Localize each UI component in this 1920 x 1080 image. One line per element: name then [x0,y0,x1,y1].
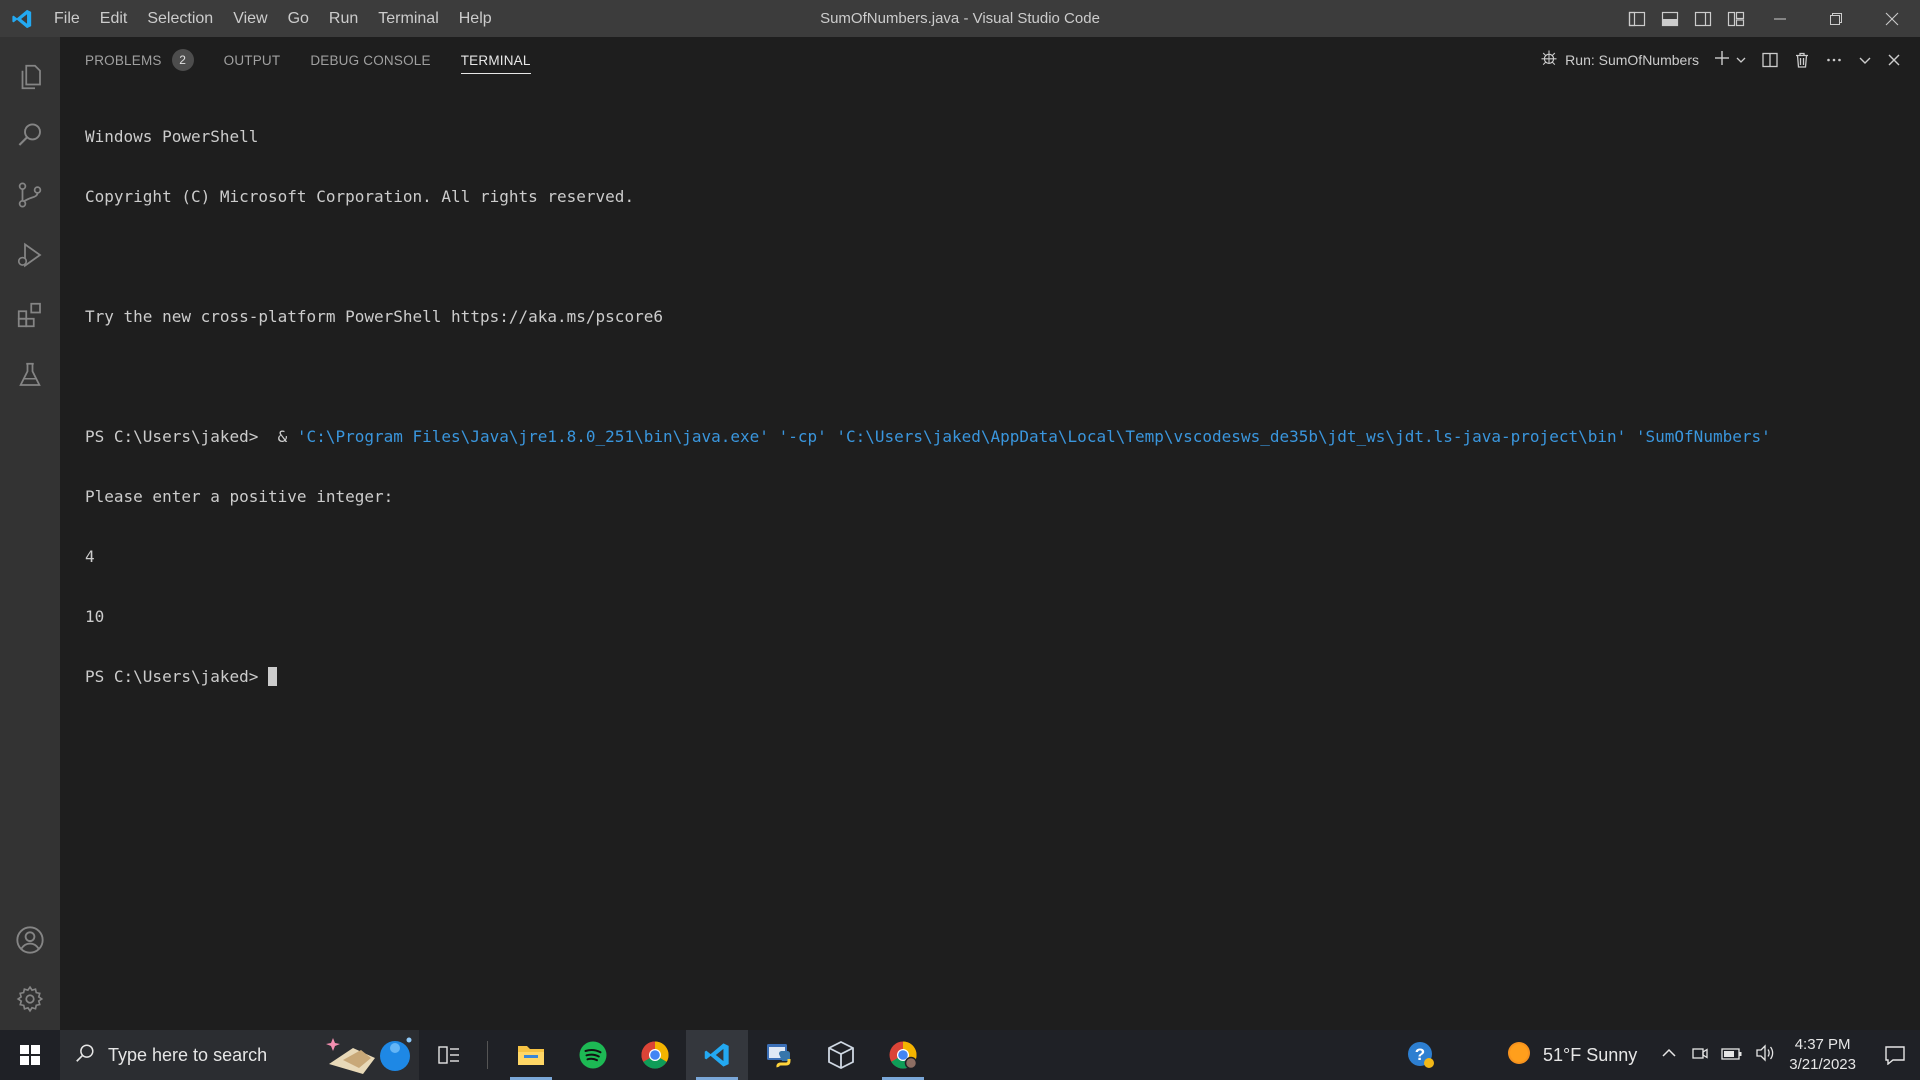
terminal-cursor [268,667,278,686]
accounts-icon[interactable] [0,911,60,969]
svg-text:?: ? [1415,1045,1425,1064]
testing-icon[interactable] [0,346,60,404]
sun-icon [1505,1039,1533,1071]
customize-layout-icon[interactable] [1719,0,1752,37]
terminal-line: Try the new cross-platform PowerShell ht… [85,307,663,326]
chrome-profile-icon[interactable] [872,1030,934,1080]
task-view-icon[interactable] [419,1030,479,1080]
search-placeholder: Type here to search [108,1044,268,1065]
terminal-command-line: PS C:\Users\jaked> & 'C:\Program Files\J… [85,427,1905,447]
terminal-output[interactable]: Windows PowerShell Copyright (C) Microso… [85,87,1905,727]
restore-icon[interactable] [1808,0,1864,37]
close-panel-icon[interactable] [1880,37,1908,83]
help-tips-icon[interactable]: ? [1393,1030,1449,1080]
tab-terminal-label: TERMINAL [460,52,531,68]
windows-start-icon[interactable] [0,1030,60,1080]
system-tray: ? 51°F Sunny 4:37 PM 3/21/2023 [1393,1030,1920,1080]
vscode-logo-icon [0,0,44,37]
taskbar-clock[interactable]: 4:37 PM 3/21/2023 [1789,1035,1856,1075]
meet-now-icon[interactable] [1691,1044,1709,1066]
final-prompt: PS C:\Users\jaked> [85,667,269,686]
menu-view[interactable]: View [223,0,277,37]
tab-debug-console-label: DEBUG CONSOLE [310,52,431,68]
terminal-panel: PROBLEMS 2 OUTPUT DEBUG CONSOLE TERMINAL… [60,37,1920,1030]
menu-help[interactable]: Help [449,0,502,37]
vscode-icon[interactable] [686,1030,748,1080]
toggle-secondary-sidebar-icon[interactable] [1686,0,1719,37]
terminal-line: Windows PowerShell [85,127,259,146]
debug-gear-icon [1539,48,1559,72]
spotify-icon[interactable] [562,1030,624,1080]
windows-taskbar: Type here to search ? 51°F Sunny 4:37 PM… [0,1030,1920,1080]
plus-icon [1713,49,1731,71]
file-explorer-icon[interactable] [500,1030,562,1080]
toggle-primary-sidebar-icon[interactable] [1620,0,1653,37]
search-icon[interactable] [0,106,60,164]
show-hidden-icons-chevron-icon[interactable] [1661,1045,1677,1065]
run-debug-icon[interactable] [0,226,60,284]
minimize-icon[interactable] [1752,0,1808,37]
toggle-panel-icon[interactable] [1653,0,1686,37]
menu-run[interactable]: Run [319,0,368,37]
menu-go[interactable]: Go [278,0,319,37]
chevron-down-icon[interactable] [1735,51,1747,70]
tab-problems[interactable]: PROBLEMS 2 [85,37,194,83]
weather-widget[interactable]: 51°F Sunny [1505,1039,1643,1071]
virtualbox-icon[interactable] [810,1030,872,1080]
menu-file[interactable]: File [44,0,90,37]
manage-gear-icon[interactable] [0,970,60,1028]
command-arguments: 'C:\Program Files\Java\jre1.8.0_251\bin\… [296,427,1771,446]
panel-header: PROBLEMS 2 OUTPUT DEBUG CONSOLE TERMINAL… [60,37,1920,83]
close-window-icon[interactable] [1864,0,1920,37]
command-prompt: PS C:\Users\jaked> & [85,427,297,446]
more-actions-icon[interactable] [1818,37,1850,83]
new-terminal-button[interactable] [1706,37,1754,83]
python-idle-icon[interactable] [748,1030,810,1080]
source-control-icon[interactable] [0,166,60,224]
search-highlight-illustration [323,1034,413,1076]
terminal-line: Please enter a positive integer: [85,487,394,506]
kill-terminal-trash-icon[interactable] [1786,37,1818,83]
clock-time: 4:37 PM [1794,1036,1851,1053]
title-bar: File Edit Selection View Go Run Terminal… [0,0,1920,37]
problems-count-badge: 2 [171,49,194,71]
menu-selection[interactable]: Selection [137,0,223,37]
tab-terminal[interactable]: TERMINAL [460,37,531,83]
terminal-instance-label: Run: SumOfNumbers [1565,52,1699,68]
volume-icon[interactable] [1755,1044,1775,1066]
maximize-panel-chevron-icon[interactable] [1850,37,1880,83]
tab-output-label: OUTPUT [223,52,281,68]
terminal-prompt-line: PS C:\Users\jaked> [85,667,1905,687]
terminal-line: 4 [85,547,95,566]
terminal-instance-selector[interactable]: Run: SumOfNumbers [1532,37,1706,83]
weather-text: 51°F Sunny [1543,1044,1638,1065]
clock-date: 3/21/2023 [1789,1056,1856,1073]
chrome-icon[interactable] [624,1030,686,1080]
terminal-line: Copyright (C) Microsoft Corporation. All… [85,187,635,206]
tab-debug-console[interactable]: DEBUG CONSOLE [310,37,430,83]
tab-output[interactable]: OUTPUT [224,37,281,83]
notifications-icon[interactable] [1870,1045,1920,1065]
split-terminal-icon[interactable] [1754,37,1786,83]
taskbar-divider [487,1041,488,1069]
taskbar-search-box[interactable]: Type here to search [60,1030,419,1080]
menu-bar: File Edit Selection View Go Run Terminal… [44,0,502,37]
extensions-icon[interactable] [0,286,60,344]
explorer-icon[interactable] [0,48,60,106]
menu-edit[interactable]: Edit [90,0,138,37]
battery-icon[interactable] [1721,1046,1743,1065]
activity-bar [0,37,60,1030]
tab-problems-label: PROBLEMS [85,52,162,68]
menu-terminal[interactable]: Terminal [368,0,448,37]
terminal-line: 10 [85,607,105,626]
search-icon [74,1042,96,1068]
